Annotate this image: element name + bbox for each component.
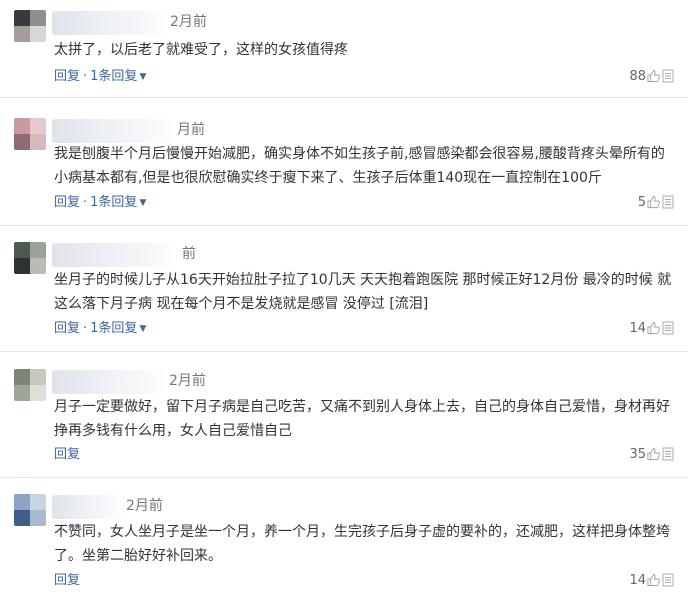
comment-text: 坐月子的时候儿子从16天开始拉肚子拉了10几天 天天抱着跑医院 那时候正好12月… [54,272,672,312]
avatar[interactable] [14,10,46,42]
comment-text: 不赞同，女人坐月子是坐一个月，养一个月，生完孩子后身子虚的要补的，还减肥，这样把… [54,524,670,564]
comment-item: 2月前 月子一定要做好，留下月子病是自己吃苦，又痛不到别人身体上去，自己的身体自… [0,369,688,469]
separator: · [83,321,88,336]
avatar[interactable] [14,494,46,526]
thumbs-up-icon[interactable] [647,195,660,209]
divider [0,97,688,98]
comment-actions: 回复 · 1条回复 ▼ [54,320,146,339]
view-replies-button[interactable]: 1条回复 ▼ [90,195,146,210]
like-count: 35 [629,447,646,462]
view-replies-label: 1条回复 [90,195,138,210]
more-icon[interactable] [662,321,674,335]
comment-text: 月子一定要做好，留下月子病是自己吃苦，又痛不到别人身体上去，自己的身体自己爱惜，… [54,399,670,439]
thumbs-up-icon[interactable] [647,69,660,83]
caret-down-icon: ▼ [139,72,147,82]
reply-button[interactable]: 回复 [54,321,80,336]
avatar[interactable] [14,369,46,401]
comment-time: 2月前 [170,14,207,30]
username-blurred[interactable] [52,119,176,143]
thumbs-up-icon[interactable] [647,321,660,335]
more-icon[interactable] [662,195,674,209]
comment-actions: 回复 [54,446,80,464]
view-replies-label: 1条回复 [90,321,138,336]
username-blurred[interactable] [52,370,167,394]
like-count: 88 [629,69,646,84]
avatar[interactable] [14,118,46,150]
reply-button[interactable]: 回复 [54,195,80,210]
caret-down-icon: ▼ [139,198,147,208]
username-blurred[interactable] [52,243,182,267]
separator: · [83,195,88,210]
caret-down-icon: ▼ [139,324,147,334]
comment-time: 前 [182,246,196,262]
comment-item: 前 坐月子的时候儿子从16天开始拉肚子拉了10几天 天天抱着跑医院 那时候正好1… [0,242,688,342]
thumbs-up-icon[interactable] [647,573,660,587]
comment-actions: 回复 · 1条回复 ▼ [54,194,146,213]
comment-actions: 回复 · 1条回复 ▼ [54,68,146,87]
comment-item: 2月前 不赞同，女人坐月子是坐一个月，养一个月，生完孩子后身子虚的要补的，还减肥… [0,494,688,594]
divider [0,477,688,478]
avatar[interactable] [14,242,46,274]
more-icon[interactable] [662,69,674,83]
divider [0,225,688,226]
username-blurred[interactable] [52,11,170,35]
reply-button[interactable]: 回复 [54,447,80,462]
comment-time: 2月前 [126,498,163,514]
comment-text: 我是刨腹半个月后慢慢开始减肥，确实身体不如生孩子前,感冒感染都会很容易,腰酸背疼… [54,146,665,186]
thumbs-up-icon[interactable] [647,447,660,461]
reply-button[interactable]: 回复 [54,69,80,84]
comment-item: 2月前 太拼了，以后老了就难受了，这样的女孩值得疼 回复 · 1条回复 ▼ 88 [0,10,688,90]
view-replies-button[interactable]: 1条回复 ▼ [90,321,146,336]
like-count: 14 [629,573,646,588]
comment-text: 太拼了，以后老了就难受了，这样的女孩值得疼 [54,42,348,58]
username-blurred[interactable] [52,495,124,519]
like-count: 14 [629,321,646,336]
like-count: 5 [637,195,646,210]
divider [0,351,688,352]
more-icon[interactable] [662,573,674,587]
comment-actions: 回复 [54,572,80,590]
more-icon[interactable] [662,447,674,461]
comment-time: 2月前 [169,373,206,389]
separator: · [83,69,88,84]
comment-time: 月前 [177,122,205,138]
view-replies-button[interactable]: 1条回复 ▼ [90,69,146,84]
view-replies-label: 1条回复 [90,69,138,84]
reply-button[interactable]: 回复 [54,573,80,588]
comment-item: 月前 我是刨腹半个月后慢慢开始减肥，确实身体不如生孩子前,感冒感染都会很容易,腰… [0,118,688,218]
